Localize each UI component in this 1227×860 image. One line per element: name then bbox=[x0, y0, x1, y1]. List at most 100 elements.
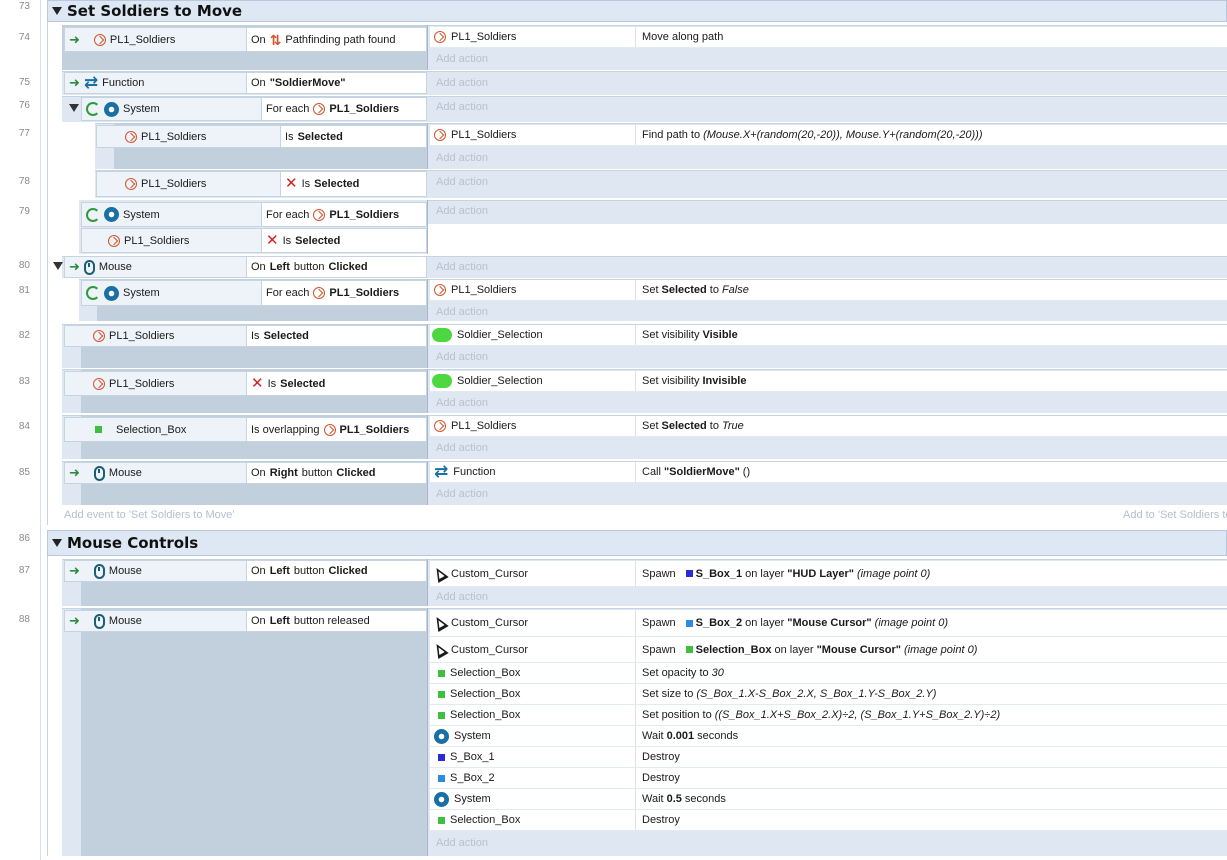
add-event-link[interactable]: Add event to 'Set Soldiers to Move' bbox=[64, 509, 235, 521]
add-action-link[interactable]: Add action bbox=[430, 49, 488, 69]
condition-row[interactable]: ➜ ⇄ Function On "SoldierMove" bbox=[64, 72, 427, 94]
condition-row[interactable]: PL1_Soldiers ✕ Is Selected bbox=[64, 371, 427, 396]
line-number: 86 bbox=[18, 533, 30, 544]
condition-mid: button bbox=[293, 261, 325, 273]
add-action-link[interactable]: Add action bbox=[430, 347, 488, 367]
condition-row[interactable]: PL1_Soldiers ✕ Is Selected bbox=[81, 228, 427, 253]
action-prefix: Set bbox=[642, 284, 659, 296]
line-number: 74 bbox=[18, 32, 30, 43]
line-number: 88 bbox=[18, 614, 30, 625]
expand-icon[interactable] bbox=[69, 104, 79, 112]
collapse-triangle-icon[interactable] bbox=[52, 539, 62, 547]
trigger-arrow-icon: ➜ bbox=[69, 563, 80, 578]
add-action-link[interactable]: Add action bbox=[430, 97, 488, 117]
add-action-link[interactable]: Add action bbox=[430, 302, 488, 322]
soldier-selection-icon bbox=[432, 374, 452, 388]
add-to-group-link[interactable]: Add to 'Set Soldiers to bbox=[1123, 509, 1227, 521]
condition-row[interactable]: PL1_Soldiers Is Selected bbox=[64, 325, 427, 347]
action-row[interactable]: S_Box_1 Destroy bbox=[430, 747, 1227, 768]
action-row[interactable]: PL1_Soldiers Move along path bbox=[430, 27, 1227, 48]
action-row[interactable]: Custom_Cursor Spawn Selection_Box on layer… bbox=[430, 637, 1227, 663]
action-row[interactable]: Custom_Cursor Spawn S_Box_1 on layer "HUD L… bbox=[430, 561, 1227, 587]
action-object: System bbox=[454, 793, 491, 805]
condition-row[interactable]: ➜ PL1_Soldiers On ⇅ Pathfinding path found bbox=[64, 27, 427, 52]
sprite-icon bbox=[313, 208, 326, 221]
add-action-link[interactable]: Add action bbox=[430, 833, 488, 853]
expand-icon[interactable] bbox=[53, 262, 63, 270]
action-object: PL1_Soldiers bbox=[451, 31, 517, 43]
condition-row[interactable]: ➜ Mouse On Right button Clicked bbox=[64, 462, 427, 484]
action-row[interactable]: PL1_Soldiers Set Selected to True bbox=[430, 416, 1227, 437]
selection-box-icon bbox=[95, 426, 102, 433]
line-number: 78 bbox=[18, 176, 30, 187]
action-mid: to bbox=[709, 284, 719, 296]
action-row[interactable]: S_Box_2 Destroy bbox=[430, 768, 1227, 789]
add-action-link[interactable]: Add action bbox=[430, 148, 488, 168]
add-action-link[interactable]: Add action bbox=[430, 172, 488, 192]
action-row[interactable]: PL1_Soldiers Set Selected to False bbox=[430, 280, 1227, 301]
add-action-link[interactable]: Add action bbox=[430, 201, 488, 221]
action-object: Function bbox=[453, 466, 496, 478]
action-object: Selection_Box bbox=[450, 667, 521, 679]
condition-row[interactable]: System For each PL1_Soldiers bbox=[81, 97, 427, 121]
add-action-link[interactable]: Add action bbox=[430, 393, 488, 413]
condition-row[interactable]: PL1_Soldiers ✕ Is Selected bbox=[96, 171, 427, 197]
condition-object: Mouse bbox=[108, 615, 142, 627]
event-88-conditions[interactable] bbox=[81, 608, 428, 856]
line-number: 81 bbox=[18, 285, 30, 296]
condition-row[interactable]: ➜ Mouse On Left button Clicked bbox=[64, 256, 427, 278]
mouse-icon bbox=[83, 259, 95, 275]
action-bold: 0.001 bbox=[666, 730, 695, 742]
action-prefix: Set bbox=[642, 420, 659, 432]
action-row[interactable]: Selection_Box Destroy bbox=[430, 810, 1227, 831]
trigger-arrow-icon: ➜ bbox=[69, 465, 80, 480]
group-header-mouse-controls[interactable]: Mouse Controls bbox=[47, 530, 1227, 556]
action-row[interactable]: Selection_Box Set size to (S_Box_1.X-S_Bo… bbox=[430, 684, 1227, 705]
group-indent-line bbox=[47, 20, 48, 525]
condition-bold: Selected bbox=[314, 178, 360, 190]
action-text: Destroy bbox=[642, 751, 680, 763]
condition-object: PL1_Soldiers bbox=[109, 33, 176, 46]
line-number: 77 bbox=[18, 128, 30, 139]
add-action-link[interactable]: Add action bbox=[430, 257, 488, 277]
add-action-link[interactable]: Add action bbox=[430, 73, 488, 93]
action-row[interactable]: Soldier_Selection Set visibility Visible bbox=[430, 325, 1227, 346]
sprite-icon bbox=[93, 330, 105, 342]
condition-row[interactable]: Selection_Box Is overlapping PL1_Soldiers bbox=[64, 417, 427, 442]
action-row[interactable]: Selection_Box Set position to ((S_Box_1.X… bbox=[430, 705, 1227, 726]
function-icon: ⇄ bbox=[83, 73, 99, 92]
collapse-triangle-icon[interactable] bbox=[52, 7, 62, 15]
action-row[interactable]: System Wait 0.5 seconds bbox=[430, 789, 1227, 810]
condition-row[interactable]: System For each PL1_Soldiers bbox=[81, 280, 427, 306]
mouse-icon bbox=[93, 465, 105, 481]
condition-row[interactable]: ➜ Mouse On Left button Clicked bbox=[64, 560, 427, 582]
condition-row[interactable]: PL1_Soldiers Is Selected bbox=[96, 125, 427, 148]
condition-prefix: On bbox=[251, 467, 266, 479]
add-action-link[interactable]: Add action bbox=[430, 484, 488, 504]
action-prefix: Find path to bbox=[642, 129, 701, 141]
sprite-icon bbox=[434, 129, 446, 141]
action-row[interactable]: Custom_Cursor Spawn S_Box_2 on layer "Mouse… bbox=[430, 610, 1227, 637]
action-row[interactable]: PL1_Soldiers Find path to (Mouse.X+(rando… bbox=[430, 125, 1227, 146]
loop-icon bbox=[86, 207, 100, 222]
condition-prefix: On bbox=[251, 261, 266, 273]
condition-object: Function bbox=[102, 77, 145, 89]
sprite-icon bbox=[93, 377, 105, 390]
line-number: 82 bbox=[18, 330, 30, 341]
add-action-link[interactable]: Add action bbox=[430, 587, 488, 607]
action-row[interactable]: ⇄ Function Call "SoldierMove"() bbox=[430, 462, 1227, 483]
condition-bold: Selected bbox=[280, 377, 326, 390]
invert-x-icon: ✕ bbox=[251, 374, 264, 392]
condition-row[interactable]: ➜ Mouse On Left button released bbox=[64, 610, 427, 632]
action-object: Selection_Box bbox=[450, 814, 521, 826]
condition-object: PL1_Soldiers bbox=[124, 234, 190, 247]
condition-row[interactable]: System For each PL1_Soldiers bbox=[81, 202, 427, 227]
action-row[interactable]: System Wait 0.001 seconds bbox=[430, 726, 1227, 747]
action-row[interactable]: Soldier_Selection Set visibility Invisibl… bbox=[430, 371, 1227, 392]
line-number: 75 bbox=[18, 77, 30, 88]
add-action-link[interactable]: Add action bbox=[430, 438, 488, 458]
group-header-set-soldiers[interactable]: Set Soldiers to Move bbox=[47, 0, 1227, 22]
action-mid: on layer bbox=[745, 617, 785, 629]
action-row[interactable]: Selection_Box Set opacity to 30 bbox=[430, 663, 1227, 684]
condition-bold: Clicked bbox=[336, 467, 376, 479]
